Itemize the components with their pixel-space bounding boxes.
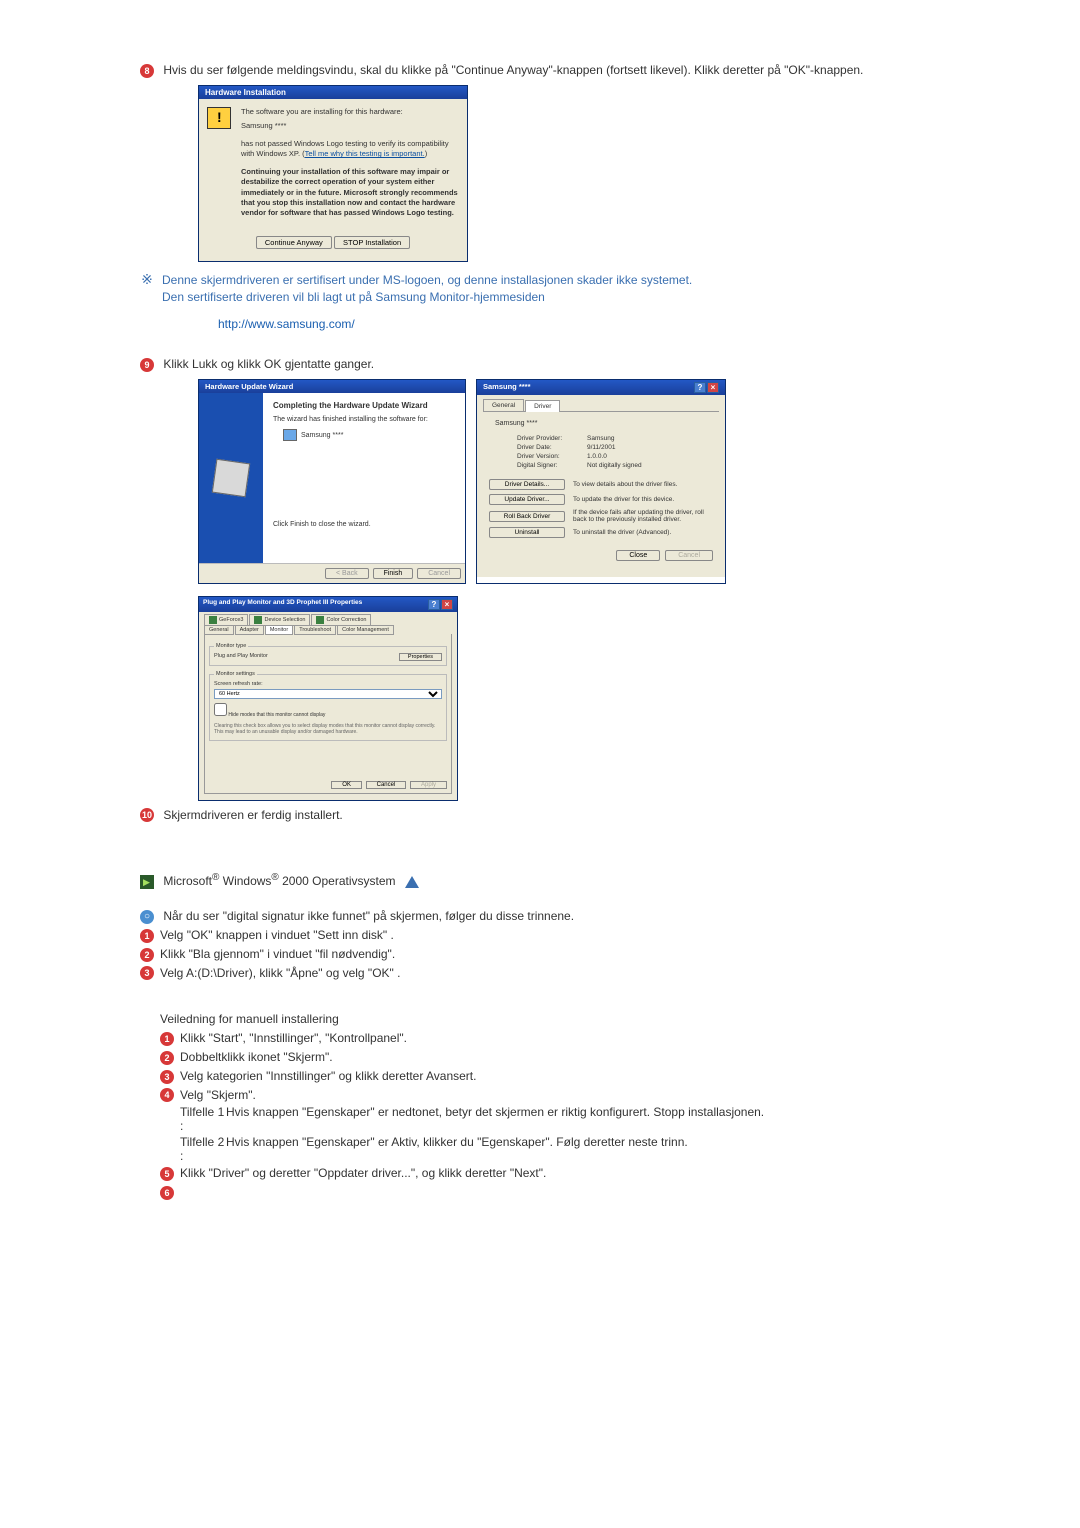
monprops-title: Plug and Play Monitor and 3D Prophet III… (203, 599, 362, 610)
monitor-settings-group: Monitor settings Screen refresh rate: 60… (209, 671, 447, 741)
refresh-label: Screen refresh rate: (214, 681, 442, 687)
monitor-icon (283, 429, 297, 441)
props-device: Samsung **** (495, 420, 537, 427)
hw-device: Samsung **** (241, 121, 459, 131)
continue-anyway-button[interactable]: Continue Anyway (256, 236, 332, 249)
num-9-icon: 9 (140, 358, 154, 372)
step-10-text: Skjermdriveren er ferdig installert. (163, 808, 342, 822)
hw-warn: Continuing your installation of this sof… (241, 167, 459, 218)
cancel-button[interactable]: Cancel (366, 781, 407, 789)
num-2-icon: 2 (140, 948, 154, 962)
sig-step-3: Velg A:(D:\Driver), klikk "Åpne" og velg… (160, 966, 400, 980)
hw-line1: The software you are installing for this… (241, 107, 459, 117)
hardware-update-wizard: Hardware Update Wizard Completing the Ha… (198, 379, 466, 584)
manual-step-3: Velg kategorien "Innstillinger" og klikk… (180, 1069, 476, 1083)
wizard-device: Samsung **** (283, 429, 455, 441)
help-icon[interactable]: ? (428, 599, 440, 610)
info-icon: ○ (140, 910, 154, 924)
wizard-line1: The wizard has finished installing the s… (273, 416, 455, 423)
arrow-icon (140, 875, 154, 889)
manual-step-1: Klikk "Start", "Innstillinger", "Kontrol… (180, 1031, 407, 1045)
tab-driver[interactable]: Driver (525, 400, 560, 412)
nvidia-icon (209, 616, 217, 624)
num-1-icon: 1 (160, 1032, 174, 1046)
case-2: Tilfelle 2 :Hvis knappen "Egenskaper" er… (180, 1135, 920, 1163)
step-9-text: Klikk Lukk og klikk OK gjentatte ganger. (163, 357, 374, 371)
wizard-title: Hardware Update Wizard (199, 380, 465, 393)
manual-step-2: Dobbeltklikk ikonet "Skjerm". (180, 1050, 333, 1064)
triangle-icon (405, 876, 419, 888)
properties-button[interactable]: Properties (399, 653, 442, 661)
close-icon[interactable]: × (441, 599, 453, 610)
wizard-line2: Click Finish to close the wizard. (273, 521, 455, 528)
warning-icon (207, 107, 231, 129)
uninstall-button[interactable]: Uninstall (489, 527, 565, 538)
rollback-driver-button[interactable]: Roll Back Driver (489, 511, 565, 522)
tab-troubleshoot[interactable]: Troubleshoot (294, 625, 336, 635)
manual-step-5: Klikk "Driver" og deretter "Oppdater dri… (180, 1166, 546, 1180)
finish-button[interactable]: Finish (373, 568, 414, 579)
tab-general2[interactable]: General (204, 625, 234, 635)
num-2-icon: 2 (160, 1051, 174, 1065)
stop-installation-button[interactable]: STOP Installation (334, 236, 410, 249)
tab-adapter[interactable]: Adapter (235, 625, 264, 635)
num-5-icon: 5 (160, 1167, 174, 1181)
dialog-title: Hardware Installation (199, 86, 467, 99)
driver-details-button[interactable]: Driver Details... (489, 479, 565, 490)
num-10-icon: 10 (140, 808, 154, 822)
num-8-icon: 8 (140, 64, 154, 78)
num-3-icon: 3 (160, 1070, 174, 1084)
samsung-url[interactable]: http://www.samsung.com/ (218, 316, 920, 333)
hw-link[interactable]: Tell me why this testing is important. (305, 149, 425, 158)
step-9: 9 Klikk Lukk og klikk OK gjentatte gange… (140, 356, 920, 373)
wizard-cancel-button: Cancel (417, 568, 461, 579)
sig-intro: ○ Når du ser "digital signatur ikke funn… (140, 908, 920, 925)
monitor-properties-dialog: Plug and Play Monitor and 3D Prophet III… (198, 596, 458, 801)
num-6-icon: 6 (160, 1186, 174, 1200)
update-driver-button[interactable]: Update Driver... (489, 494, 565, 505)
nvidia-icon (316, 616, 324, 624)
sig-step-1: Velg "OK" knappen i vinduet "Sett inn di… (160, 928, 394, 942)
hide-modes-note: Clearing this check box allows you to se… (214, 723, 442, 736)
hide-modes-checkbox[interactable] (214, 703, 227, 716)
tab-color-management[interactable]: Color Management (337, 625, 394, 635)
num-1-icon: 1 (140, 929, 154, 943)
tab-monitor[interactable]: Monitor (265, 625, 293, 635)
nvidia-icon (254, 616, 262, 624)
case-1: Tilfelle 1 :Hvis knappen "Egenskaper" er… (180, 1105, 920, 1133)
tab-general[interactable]: General (483, 399, 524, 411)
refresh-rate-select[interactable]: 60 Hertz (214, 689, 442, 699)
certified-note: ※ Denne skjermdriveren er sertifisert un… (140, 272, 920, 306)
step-10: 10 Skjermdriveren er ferdig installert. (140, 807, 920, 824)
driver-properties-dialog: Samsung **** ?× General Driver Samsung *… (476, 379, 726, 584)
sig-step-2: Klikk "Bla gjennom" i vinduet "fil nødve… (160, 947, 395, 961)
star-icon: ※ (140, 272, 154, 286)
close-button[interactable]: Close (616, 550, 660, 561)
step-8: 8 Hvis du ser følgende meldingsvindu, sk… (140, 62, 920, 79)
manual-step-4: Velg "Skjerm". (180, 1088, 256, 1102)
num-3-icon: 3 (140, 966, 154, 980)
hardware-installation-dialog: Hardware Installation The software you a… (198, 85, 468, 262)
help-icon[interactable]: ? (694, 382, 706, 393)
props-title: Samsung **** (483, 382, 531, 393)
manual-heading: Veiledning for manuell installering (160, 1011, 920, 1028)
close-icon[interactable]: × (707, 382, 719, 393)
monitor-type-group: Monitor type Plug and Play Monitor Prope… (209, 643, 447, 666)
wizard-side-icon (212, 459, 250, 497)
ok-button[interactable]: OK (331, 781, 362, 789)
back-button: < Back (325, 568, 369, 579)
win2000-heading: Microsoft® Windows® 2000 Operativsystem (140, 871, 920, 890)
props-cancel-button: Cancel (665, 550, 713, 561)
wizard-heading: Completing the Hardware Update Wizard (273, 401, 455, 410)
hw-line2: has not passed Windows Logo testing to v… (241, 139, 459, 159)
apply-button: Apply (410, 781, 447, 789)
step-8-text: Hvis du ser følgende meldingsvindu, skal… (163, 63, 863, 77)
num-4-icon: 4 (160, 1088, 174, 1102)
